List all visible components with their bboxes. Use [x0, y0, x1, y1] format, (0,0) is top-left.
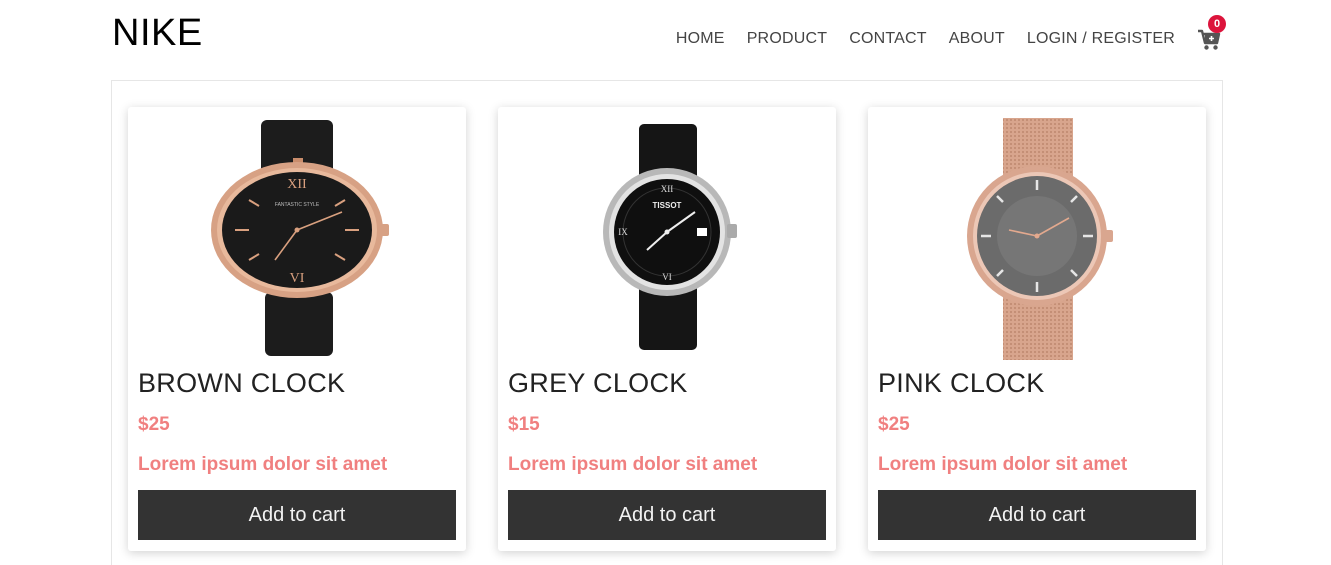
nav-about-link[interactable]: ABOUT	[949, 30, 1005, 48]
product-price: $25	[878, 414, 910, 435]
product-price: $15	[508, 414, 540, 435]
product-grid: XII VI FANTASTIC STYLE BROWN CLOCK $25 L…	[111, 80, 1223, 565]
site-logo[interactable]: NIKE	[112, 12, 203, 55]
product-card: XII VI IX TISSOT GREY CLOCK $15 Lorem ip…	[498, 107, 836, 551]
product-card: PINK CLOCK $25 Lorem ipsum dolor sit ame…	[868, 107, 1206, 551]
nav-contact-link[interactable]: CONTACT	[849, 30, 927, 48]
product-image[interactable]: XII VI IX TISSOT	[498, 115, 836, 365]
product-description: Lorem ipsum dolor sit amet	[508, 454, 758, 475]
site-header: NIKE HOME PRODUCT CONTACT ABOUT LOGIN / …	[0, 0, 1331, 75]
svg-text:TISSOT: TISSOT	[653, 201, 682, 210]
add-to-cart-button[interactable]: Add to cart	[508, 490, 826, 540]
product-title: GREY CLOCK	[508, 368, 688, 398]
main-nav: HOME PRODUCT CONTACT ABOUT LOGIN / REGIS…	[676, 15, 1226, 51]
product-description: Lorem ipsum dolor sit amet	[138, 454, 388, 475]
svg-text:VI: VI	[662, 272, 672, 282]
rose-gold-mesh-watch-image	[967, 118, 1113, 360]
add-to-cart-button[interactable]: Add to cart	[138, 490, 456, 540]
cart-count-badge: 0	[1208, 15, 1226, 33]
svg-text:XII: XII	[661, 184, 674, 194]
silver-watch-image: XII VI IX TISSOT	[603, 124, 737, 350]
svg-text:FANTASTIC STYLE: FANTASTIC STYLE	[275, 202, 320, 208]
add-to-cart-button[interactable]: Add to cart	[878, 490, 1196, 540]
product-price: $25	[138, 414, 170, 435]
cart-button[interactable]: 0	[1197, 15, 1226, 51]
svg-text:VI: VI	[290, 271, 305, 286]
svg-text:XII: XII	[287, 177, 307, 192]
product-image[interactable]: XII VI FANTASTIC STYLE	[128, 115, 466, 365]
product-title: BROWN CLOCK	[138, 368, 346, 398]
product-card: XII VI FANTASTIC STYLE BROWN CLOCK $25 L…	[128, 107, 466, 551]
svg-text:IX: IX	[618, 227, 628, 237]
nav-home-link[interactable]: HOME	[676, 30, 725, 48]
product-image[interactable]	[868, 115, 1206, 365]
nav-product-link[interactable]: PRODUCT	[747, 30, 828, 48]
rose-gold-watch-image: XII VI FANTASTIC STYLE	[211, 120, 389, 356]
product-description: Lorem ipsum dolor sit amet	[878, 454, 1128, 475]
product-title: PINK CLOCK	[878, 368, 1045, 398]
nav-login-register-link[interactable]: LOGIN / REGISTER	[1027, 30, 1175, 48]
